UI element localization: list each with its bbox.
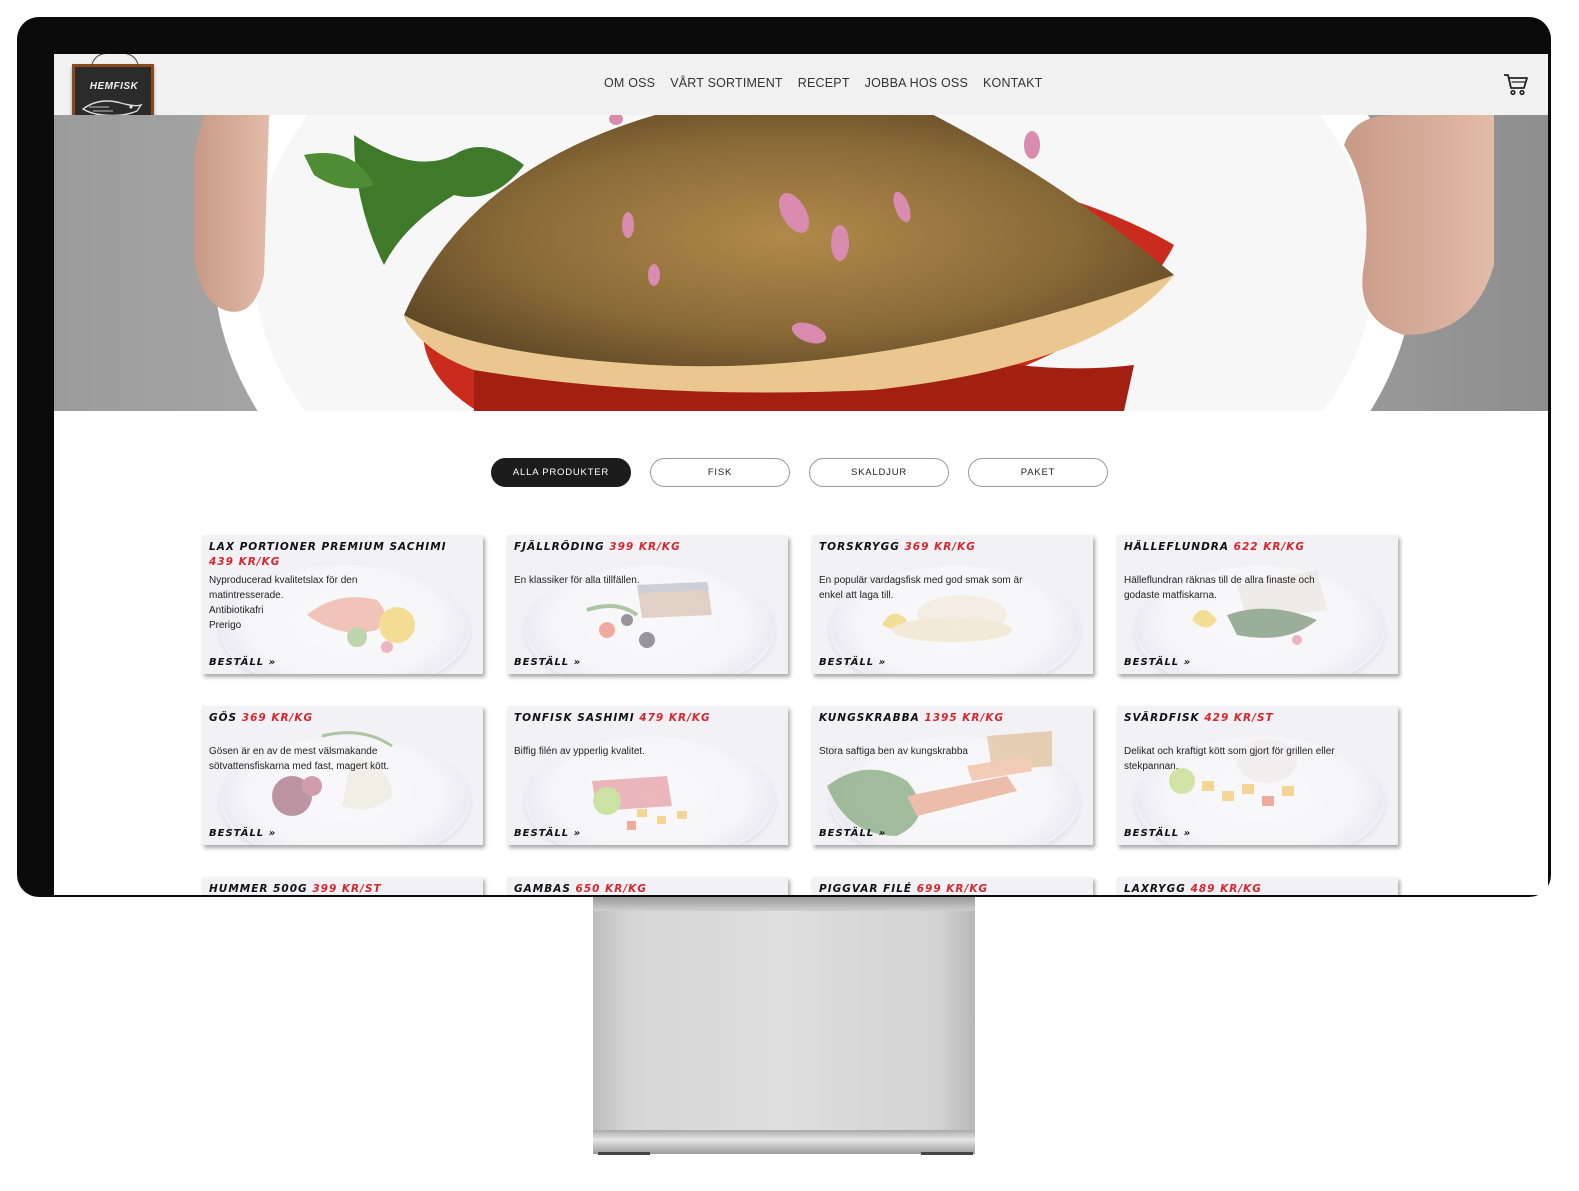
order-link[interactable]: Beställ »	[514, 828, 581, 839]
product-title: Kungskrabba 1395 kr/kg	[819, 712, 1005, 724]
product-title: Laxrygg 489 kr/kg	[1124, 883, 1262, 895]
product-description: Gösen är en av de mest välsmakande sötva…	[209, 746, 390, 772]
nav-kontakt[interactable]: KONTAKT	[983, 76, 1043, 90]
product-title: Torskrygg 369 kr/kg	[819, 541, 976, 553]
monitor-bezel: HEMFISK OM OSS VÅRT SORTIMENT RECEPT JOB…	[17, 17, 1551, 897]
nav-jobba-hos-oss[interactable]: JOBBA HOS OSS	[865, 76, 968, 90]
product-card[interactable]: Svärdfisk 429 kr/st Delikat och kraftigt…	[1117, 706, 1398, 845]
product-title: Lax portioner premium sachimi 439 kr/kg	[209, 541, 447, 568]
filter-fish[interactable]: FISK	[650, 458, 790, 487]
product-description: Stora saftiga ben av kungskrabba	[819, 746, 968, 757]
product-card[interactable]: Hummer 500g 399 kr/st	[202, 877, 483, 895]
order-link[interactable]: Beställ »	[209, 657, 276, 668]
monitor-foot	[598, 1152, 650, 1155]
product-description: Biffig filén av ypperlig kvalitet.	[514, 746, 645, 757]
filter-package[interactable]: PAKET	[968, 458, 1108, 487]
product-description: Hälleflundran räknas till de allra finas…	[1124, 575, 1315, 601]
monitor-foot	[921, 1152, 973, 1155]
product-title: Gambas 650 kr/kg	[514, 883, 647, 895]
order-link[interactable]: Beställ »	[819, 828, 886, 839]
product-card[interactable]: Lax portioner premium sachimi 439 kr/kg …	[202, 535, 483, 674]
browser-viewport: HEMFISK OM OSS VÅRT SORTIMENT RECEPT JOB…	[54, 54, 1548, 895]
product-card[interactable]: Torskrygg 369 kr/kg En populär vardagsfi…	[812, 535, 1093, 674]
order-link[interactable]: Beställ »	[1124, 828, 1191, 839]
product-description: En klassiker för alla tillfällen.	[514, 575, 640, 586]
order-link[interactable]: Beställ »	[1124, 657, 1191, 668]
product-description: Nyproducerad kvalitetslax för den matint…	[209, 575, 358, 631]
nav-recept[interactable]: RECEPT	[798, 76, 850, 90]
product-card[interactable]: Laxrygg 489 kr/kg	[1117, 877, 1398, 895]
order-link[interactable]: Beställ »	[514, 657, 581, 668]
product-title: Gös 369 kr/kg	[209, 712, 314, 724]
product-title: Hummer 500g 399 kr/st	[209, 883, 382, 895]
monitor-stand	[593, 897, 975, 1130]
product-card[interactable]: Tonfisk sashimi 479 kr/kg Biffig filén a…	[507, 706, 788, 845]
top-navigation: HEMFISK OM OSS VÅRT SORTIMENT RECEPT JOB…	[54, 54, 1548, 124]
product-title: Piggvar filé 699 kr/kg	[819, 883, 989, 895]
monitor-stand-base	[593, 1130, 975, 1154]
nav-om-oss[interactable]: OM OSS	[604, 76, 655, 90]
product-card[interactable]: Gös 369 kr/kg Gösen är en av de mest väl…	[202, 706, 483, 845]
hero-image	[54, 115, 1548, 411]
product-title: Fjällröding 399 kr/kg	[514, 541, 681, 553]
product-title: Tonfisk sashimi 479 kr/kg	[514, 712, 711, 724]
product-card[interactable]: Hälleflundra 622 kr/kg Hälleflundran räk…	[1117, 535, 1398, 674]
main-menu: OM OSS VÅRT SORTIMENT RECEPT JOBBA HOS O…	[604, 76, 1043, 90]
product-card[interactable]: Fjällröding 399 kr/kg En klassiker för a…	[507, 535, 788, 674]
product-title: Hälleflundra 622 kr/kg	[1124, 541, 1306, 553]
product-description: Delikat och kraftigt kött som gjort för …	[1124, 746, 1335, 772]
product-card[interactable]: Piggvar filé 699 kr/kg	[812, 877, 1093, 895]
order-link[interactable]: Beställ »	[819, 657, 886, 668]
nav-vart-sortiment[interactable]: VÅRT SORTIMENT	[670, 76, 783, 90]
filter-shellfish[interactable]: SKALDJUR	[809, 458, 949, 487]
cart-icon[interactable]	[1503, 72, 1529, 96]
product-card[interactable]: Kungskrabba 1395 kr/kg Stora saftiga ben…	[812, 706, 1093, 845]
product-description: En populär vardagsfisk med god smak som …	[819, 575, 1023, 601]
product-title: Svärdfisk 429 kr/st	[1124, 712, 1274, 724]
order-link[interactable]: Beställ »	[209, 828, 276, 839]
filter-all-products[interactable]: ALLA PRODUKTER	[491, 458, 631, 487]
product-card[interactable]: Gambas 650 kr/kg	[507, 877, 788, 895]
category-filters: ALLA PRODUKTER FISK SKALDJUR PAKET	[491, 458, 1108, 487]
logo-text: HEMFISK	[89, 81, 139, 92]
